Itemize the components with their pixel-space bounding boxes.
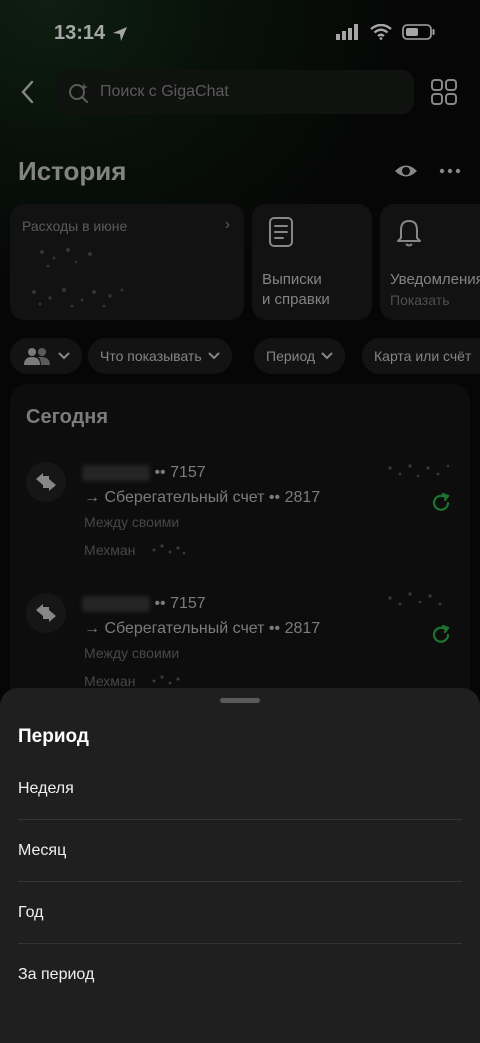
period-option-custom[interactable]: За период bbox=[18, 944, 462, 1006]
period-bottom-sheet: Период Неделя Месяц Год За период bbox=[0, 688, 480, 1043]
period-option-year[interactable]: Год bbox=[18, 882, 462, 944]
period-option-month[interactable]: Месяц bbox=[18, 820, 462, 882]
sheet-title: Период bbox=[18, 726, 89, 747]
sheet-drag-handle[interactable] bbox=[220, 698, 260, 703]
period-option-week[interactable]: Неделя bbox=[18, 758, 462, 820]
